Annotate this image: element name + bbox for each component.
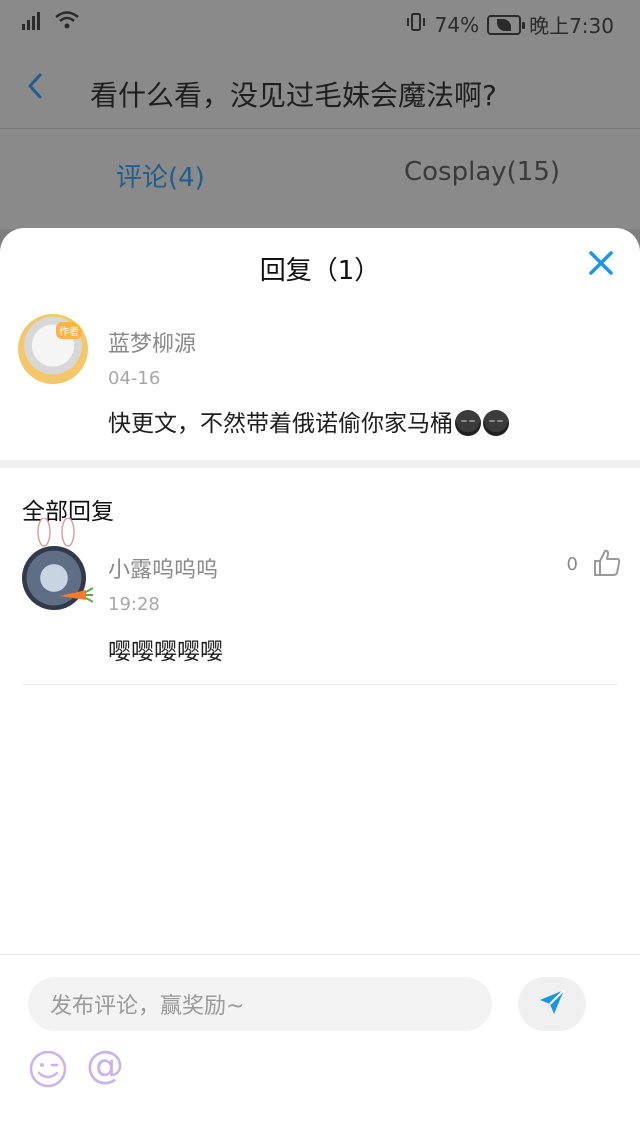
comment-input[interactable]: 发布评论，赢奖励~ (28, 977, 492, 1031)
clock: 晚上7:30 (529, 14, 614, 38)
tab-bar: 评论(4) Cosplay(15) (0, 129, 640, 229)
back-icon[interactable] (22, 72, 50, 100)
comment-text: 快更文，不然带着俄诺偷你家马桶 (108, 404, 509, 438)
reply-username[interactable]: 小露呜呜呜 (108, 552, 218, 584)
section-divider (0, 460, 640, 468)
comment-input-bar: 发布评论，赢奖励~ @ (0, 954, 640, 1138)
comment-date: 04-16 (108, 368, 161, 389)
smirk-emoji-icon (455, 410, 481, 436)
battery-icon (487, 14, 526, 35)
thumbs-up-icon[interactable] (592, 548, 622, 578)
status-bar: 74% 晚上7:30 (0, 0, 640, 44)
avatar[interactable]: 作者 (18, 314, 88, 384)
close-icon[interactable] (586, 248, 616, 278)
like-count: 0 (566, 554, 578, 575)
sheet-title: 回复（1） (259, 256, 381, 286)
reply-text: 嘤嘤嘤嘤嘤 (108, 639, 223, 665)
emoji-icon[interactable] (28, 1049, 68, 1089)
divider (22, 684, 618, 685)
smirk-emoji-icon (483, 410, 509, 436)
tab-comments[interactable]: 评论(4) (116, 157, 205, 194)
comment-input-placeholder: 发布评论，赢奖励~ (50, 994, 245, 1019)
tab-cosplay[interactable]: Cosplay(15) (404, 157, 560, 187)
signal-icon (22, 10, 44, 35)
battery-percent: 74% (434, 12, 480, 37)
bunny-ears-icon (37, 518, 75, 547)
page-title: 看什么看，没见过毛妹会魔法啊? (90, 79, 497, 112)
vibrate-icon (405, 12, 427, 37)
reply-time: 19:28 (108, 594, 160, 615)
page-header: 看什么看，没见过毛妹会魔法啊? (0, 44, 640, 128)
send-icon (538, 988, 566, 1020)
comment-text-content: 快更文，不然带着俄诺偷你家马桶 (108, 411, 453, 437)
mention-icon[interactable]: @ (86, 1043, 124, 1087)
reply-sheet: 回复（1） 作者 蓝梦柳源 04-16 快更文，不然带着俄诺偷你家马桶 全部回复… (0, 228, 640, 1138)
comment-username[interactable]: 蓝梦柳源 (108, 326, 196, 358)
carrot-icon (60, 587, 94, 603)
send-button[interactable] (518, 977, 586, 1031)
author-badge: 作者 (56, 322, 82, 339)
wifi-icon (54, 10, 80, 35)
